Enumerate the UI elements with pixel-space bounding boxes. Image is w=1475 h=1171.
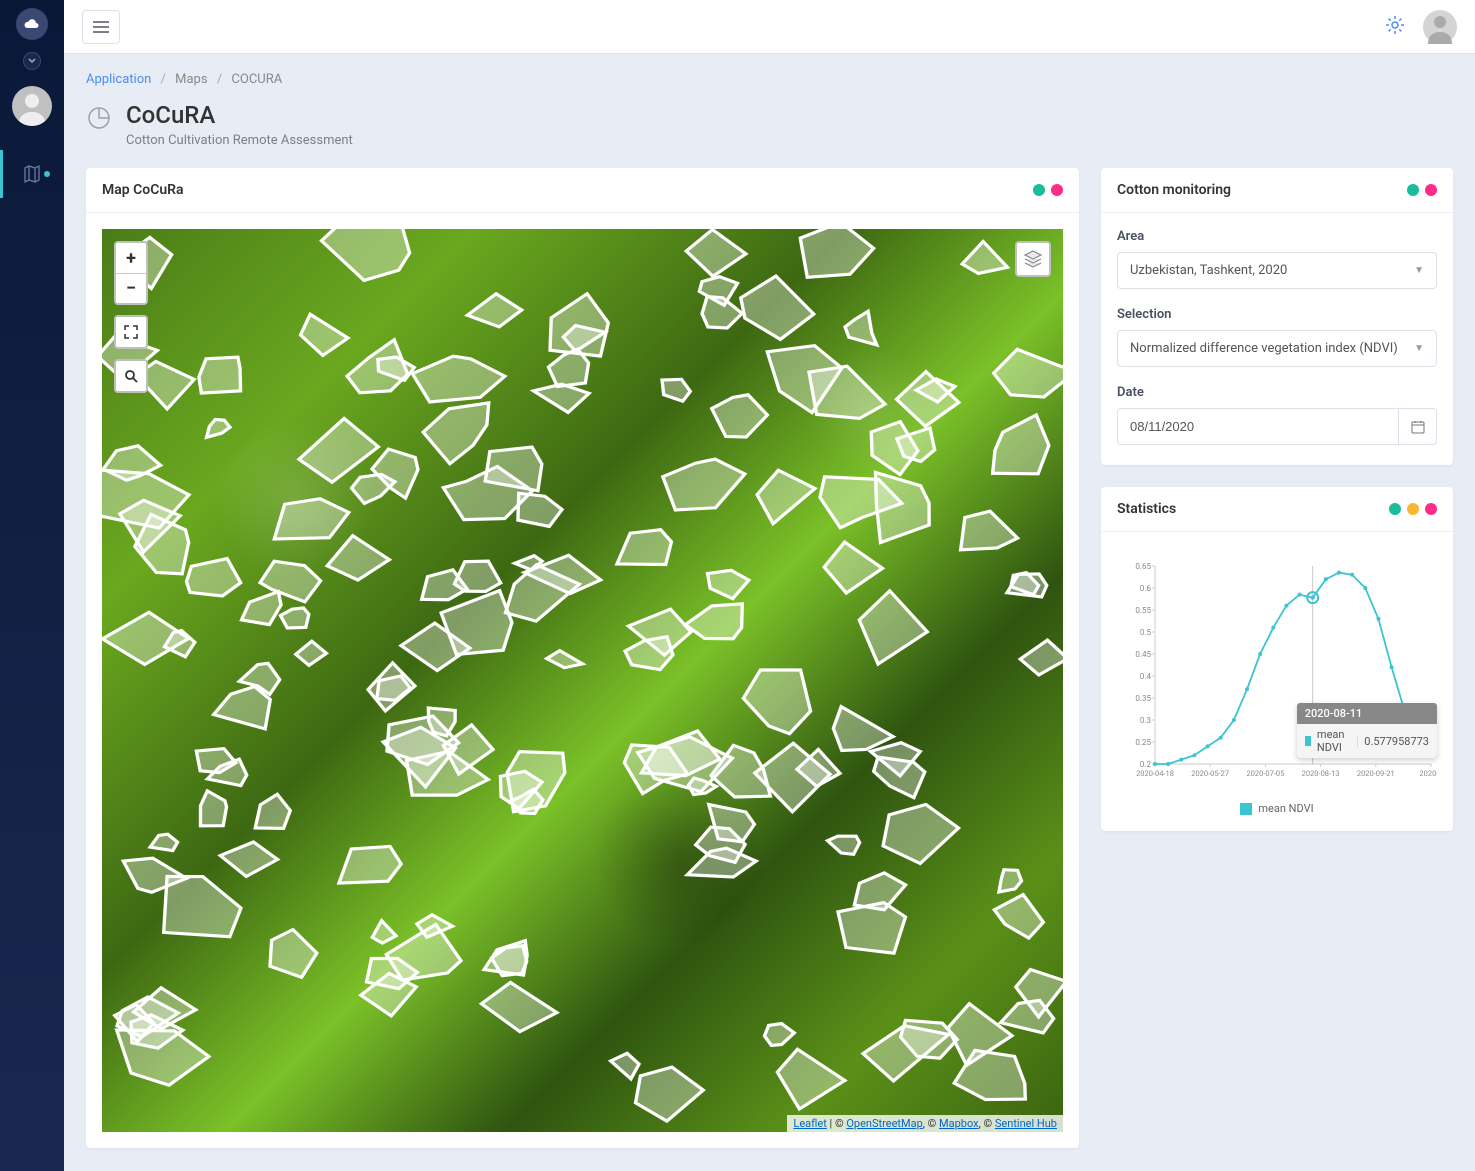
attr-leaflet[interactable]: Leaflet (793, 1117, 826, 1130)
dot-pink[interactable] (1051, 184, 1063, 196)
svg-text:0.6: 0.6 (1140, 584, 1152, 593)
attr-mapbox[interactable]: Mapbox (939, 1117, 979, 1130)
fullscreen-button[interactable] (116, 317, 146, 347)
ndvi-chart[interactable]: 0.2 0.25 0.3 0.35 0.4 0.45 0.5 0.55 0.6 0.65 2020-… (1117, 548, 1437, 798)
calendar-button[interactable] (1399, 408, 1437, 445)
dot-teal[interactable] (1407, 184, 1419, 196)
search-button[interactable] (116, 361, 146, 391)
svg-text:2020-09-21: 2020-09-21 (1357, 769, 1395, 778)
svg-text:0.55: 0.55 (1135, 606, 1151, 615)
map-attribution: Leaflet | © OpenStreetMap, © Mapbox, © S… (787, 1115, 1063, 1132)
nav-indicator-dot (44, 171, 50, 177)
svg-text:0.65: 0.65 (1135, 562, 1151, 571)
map-viewport[interactable]: + − (102, 229, 1063, 1132)
cloud-icon (16, 8, 48, 40)
dot-pink[interactable] (1425, 184, 1437, 196)
breadcrumb-current: COCURA (231, 72, 282, 87)
chevron-down-icon: ▼ (1414, 265, 1424, 276)
svg-text:0.4: 0.4 (1140, 672, 1152, 681)
page-title: CoCuRA (126, 101, 353, 129)
parcel-overlay (102, 229, 1063, 1132)
svg-text:2020-05-27: 2020-05-27 (1191, 769, 1229, 778)
stats-card: Statistics 0.20.250.30.350.40.450.50.550… (1101, 487, 1453, 831)
breadcrumb: Application / Maps / COCURA (86, 72, 1453, 87)
area-label: Area (1117, 229, 1437, 244)
date-input[interactable] (1117, 408, 1399, 445)
svg-text:0.25: 0.25 (1135, 738, 1151, 747)
chevron-down-icon: ▼ (1414, 343, 1424, 354)
dot-yellow[interactable] (1407, 503, 1419, 515)
svg-text:0.35: 0.35 (1135, 694, 1151, 703)
pie-chart-icon (86, 105, 112, 135)
card-actions (1033, 184, 1063, 196)
topbar (64, 0, 1475, 54)
zoom-out-button[interactable]: − (116, 273, 146, 303)
svg-text:2020-04-18: 2020-04-18 (1136, 769, 1174, 778)
dot-pink[interactable] (1425, 503, 1437, 515)
hamburger-menu[interactable] (82, 10, 120, 44)
svg-text:0.5: 0.5 (1140, 628, 1152, 637)
breadcrumb-app[interactable]: Application (86, 72, 151, 87)
selection-select[interactable]: Normalized difference vegetation index (… (1117, 330, 1437, 367)
sidebar-toggle[interactable] (23, 52, 41, 70)
user-avatar[interactable] (1423, 10, 1457, 44)
dot-teal[interactable] (1389, 503, 1401, 515)
date-label: Date (1117, 385, 1437, 400)
page-subtitle: Cotton Cultivation Remote Assessment (126, 133, 353, 148)
map-card-title: Map CoCuRa (102, 182, 184, 198)
svg-text:0.2: 0.2 (1140, 760, 1152, 769)
breadcrumb-maps: Maps (175, 72, 207, 87)
chart-legend: mean NDVI (1117, 802, 1437, 815)
map-card: Map CoCuRa + − (86, 168, 1079, 1148)
sidebar-avatar[interactable] (12, 86, 52, 126)
svg-text:2020-1: 2020-1 (1419, 769, 1437, 778)
mini-sidebar (0, 0, 64, 1171)
dot-teal[interactable] (1033, 184, 1045, 196)
area-select[interactable]: Uzbekistan, Tashkent, 2020▼ (1117, 252, 1437, 289)
selection-label: Selection (1117, 307, 1437, 322)
settings-icon[interactable] (1385, 15, 1405, 39)
svg-text:2020-08-13: 2020-08-13 (1302, 769, 1340, 778)
svg-text:2020-07-05: 2020-07-05 (1246, 769, 1284, 778)
stats-title: Statistics (1117, 501, 1176, 517)
chart-tooltip: 2020-08-11 mean NDVI 0.577958773 (1297, 703, 1437, 758)
monitoring-title: Cotton monitoring (1117, 182, 1231, 198)
monitoring-card: Cotton monitoring Area Uzbekistan, Tashk… (1101, 168, 1453, 465)
svg-text:0.45: 0.45 (1135, 650, 1151, 659)
nav-maps[interactable] (0, 150, 64, 198)
attr-sentinel[interactable]: Sentinel Hub (995, 1117, 1057, 1130)
zoom-in-button[interactable]: + (116, 243, 146, 273)
attr-osm[interactable]: OpenStreetMap (846, 1117, 922, 1130)
svg-text:0.3: 0.3 (1140, 716, 1151, 725)
layers-button[interactable] (1015, 241, 1051, 277)
